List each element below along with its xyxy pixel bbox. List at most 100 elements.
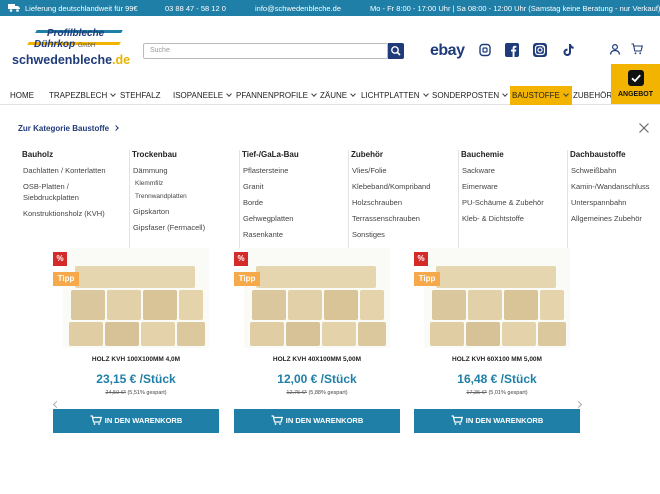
tiktok-icon[interactable] xyxy=(561,43,575,57)
nav-item-lichtplatten[interactable]: LICHTPLATTEN xyxy=(361,86,429,105)
menu-sublink[interactable]: Trennwandplatten xyxy=(130,191,234,202)
chevron-down-icon xyxy=(110,91,117,97)
menu-link[interactable]: Terrassenschrauben xyxy=(349,213,453,224)
nav-item-zubehoer[interactable]: ZUBEHÖR xyxy=(573,86,612,105)
menu-column-heading[interactable]: Dachbaustoffe xyxy=(568,150,660,159)
menu-link[interactable]: Vlies/Folie xyxy=(349,165,453,176)
menu-link[interactable]: Pflastersteine xyxy=(240,165,344,176)
cart-icon xyxy=(451,415,463,425)
menu-link[interactable]: Sackware xyxy=(459,165,563,176)
tipp-badge: Tipp xyxy=(414,272,440,286)
menu-link[interactable]: Unterspannbahn xyxy=(568,197,660,208)
search-icon xyxy=(391,46,401,56)
logo-line-2: Dührkop GmbH xyxy=(34,39,96,50)
product-old-price: 24,50 €* (5,51% gespart) xyxy=(105,390,167,396)
menu-link[interactable]: Schweißbahn xyxy=(568,165,660,176)
menu-link[interactable]: Granit xyxy=(240,181,344,192)
nav-item-stehfalz[interactable]: STEHFALZ xyxy=(120,86,160,105)
nav-item-sonderposten[interactable]: SONDERPOSTEN xyxy=(432,86,508,105)
menu-link[interactable]: Rasenkante xyxy=(240,229,344,240)
product-name[interactable]: HOLZ KVH 100X100MM 4,0M xyxy=(53,356,219,363)
product-card[interactable]: % Tipp HOLZ KVH 100X100MM 4,0M 23,15 € /… xyxy=(53,248,219,434)
add-to-cart-button[interactable]: IN DEN WARENKORB xyxy=(53,409,219,433)
menu-link[interactable]: Holzschrauben xyxy=(349,197,453,208)
ebay-link[interactable]: ebay xyxy=(430,42,465,60)
instagram-icon[interactable] xyxy=(533,43,547,57)
menu-link[interactable]: Dachlatten / Konterlatten xyxy=(20,165,125,176)
tipp-badge: Tipp xyxy=(53,272,79,286)
menu-link[interactable]: Gehwegplatten xyxy=(240,213,344,224)
phone-link[interactable]: 03 88 47 - 58 12 0 xyxy=(165,4,226,13)
chevron-down-icon xyxy=(502,91,508,97)
menu-link[interactable]: OSB-Platten / Siebdruckplatten xyxy=(20,181,125,203)
product-price: 12,00 € /Stück xyxy=(277,372,357,386)
close-icon[interactable] xyxy=(638,122,650,134)
menu-link[interactable]: Eimerware xyxy=(459,181,563,192)
menu-sublink[interactable]: Klemmfilz xyxy=(130,178,234,189)
menu-link[interactable]: Gipskarton xyxy=(130,206,234,217)
category-link-baustoffe[interactable]: Zur Kategorie Baustoffe xyxy=(18,124,119,133)
sale-badge: % xyxy=(53,252,67,266)
menu-link[interactable]: PU-Schäume & Zubehör xyxy=(459,197,563,208)
top-info-bar: Lieferung deutschlandweit für 99€ 03 88 … xyxy=(0,0,660,16)
search-input[interactable]: Suche xyxy=(143,43,388,59)
chevron-down-icon xyxy=(226,91,232,97)
menu-link[interactable]: Sonstiges xyxy=(349,229,453,240)
nav-item-home[interactable]: HOME xyxy=(10,86,34,105)
menu-column-heading[interactable]: Trockenbau xyxy=(130,150,234,159)
angebot-button[interactable]: ANGEBOT xyxy=(611,64,660,104)
menu-link[interactable]: Konstruktionsholz (KVH) xyxy=(20,208,125,219)
menu-link[interactable]: Kamin-/Wandanschluss xyxy=(568,181,660,192)
chevron-down-icon xyxy=(311,91,317,97)
site-logo[interactable]: Profilbleche Dührkop GmbH schwedenbleche… xyxy=(12,26,130,76)
add-to-cart-button[interactable]: IN DEN WARENKORB xyxy=(234,409,400,433)
menu-column-heading[interactable]: Tief-/GaLa-Bau xyxy=(240,150,344,159)
menu-column-tiefbau: Tief-/GaLa-Bau Pflastersteine Granit Bor… xyxy=(239,150,344,248)
nav-item-isopaneele[interactable]: ISOPANEELE xyxy=(173,86,232,105)
menu-column-dachbaustoffe: Dachbaustoffe Schweißbahn Kamin-/Wandans… xyxy=(567,150,660,248)
add-to-cart-button[interactable]: IN DEN WARENKORB xyxy=(414,409,580,433)
logo-brand: schwedenbleche.de xyxy=(12,53,131,67)
user-icon[interactable] xyxy=(609,43,621,55)
product-old-price: 17,35 €* (5,01% gespart) xyxy=(466,390,528,396)
product-old-price: 12,75 €* (5,88% gespart) xyxy=(286,390,348,396)
product-image[interactable] xyxy=(424,248,570,348)
facebook-icon[interactable] xyxy=(505,43,519,57)
menu-column-bauholz: Bauholz Dachlatten / Konterlatten OSB-Pl… xyxy=(20,150,125,248)
shipping-info: Lieferung deutschlandweit für 99€ xyxy=(25,4,138,13)
product-card[interactable]: % Tipp HOLZ KVH 40X100MM 5,00M 12,00 € /… xyxy=(234,248,400,434)
menu-link[interactable]: Klebeband/Kompriband xyxy=(349,181,453,192)
nav-item-zaeune[interactable]: ZÄUNE xyxy=(320,86,356,105)
menu-column-heading[interactable]: Bauchemie xyxy=(459,150,563,159)
product-name[interactable]: HOLZ KVH 40X100MM 5,00M xyxy=(234,356,400,363)
product-price: 23,15 € /Stück xyxy=(96,372,176,386)
menu-link[interactable]: Kleb- & Dichtstoffe xyxy=(459,213,563,224)
main-navigation: HOME TRAPEZBLECH STEHFALZ ISOPANEELE PFA… xyxy=(0,86,660,105)
scale-icon[interactable] xyxy=(478,43,492,57)
logo-line-1: Profilbleche xyxy=(47,28,105,39)
tipp-badge: Tipp xyxy=(234,272,260,286)
nav-item-trapezblech[interactable]: TRAPEZBLECH xyxy=(49,86,117,105)
menu-link[interactable]: Allgemeines Zubehör xyxy=(568,213,660,224)
menu-column-heading[interactable]: Zubehör xyxy=(349,150,453,159)
sale-badge: % xyxy=(414,252,428,266)
chevron-right-icon xyxy=(113,125,119,131)
search-button[interactable] xyxy=(388,43,404,59)
menu-link[interactable]: Gipsfaser (Fermacell) xyxy=(130,222,234,233)
product-card[interactable]: % Tipp HOLZ KVH 60X100 MM 5,00M 16,48 € … xyxy=(414,248,580,434)
menu-column-heading[interactable]: Bauholz xyxy=(20,150,125,159)
menu-column-bauchemie: Bauchemie Sackware Eimerware PU-Schäume … xyxy=(458,150,563,248)
product-name[interactable]: HOLZ KVH 60X100 MM 5,00M xyxy=(414,356,580,363)
nav-item-baustoffe[interactable]: BAUSTOFFE xyxy=(510,86,572,105)
chevron-down-icon xyxy=(563,91,569,97)
email-link[interactable]: info@schwedenbleche.de xyxy=(255,4,341,13)
menu-link[interactable]: Dämmung xyxy=(130,165,234,176)
cart-icon[interactable] xyxy=(631,43,643,55)
product-image[interactable] xyxy=(63,248,209,348)
menu-link[interactable]: Borde xyxy=(240,197,344,208)
menu-column-zubehoer: Zubehör Vlies/Folie Klebeband/Kompriband… xyxy=(348,150,453,248)
nav-item-pfannenprofile[interactable]: PFANNENPROFILE xyxy=(236,86,317,105)
sale-badge: % xyxy=(234,252,248,266)
product-image[interactable] xyxy=(244,248,390,348)
menu-column-trockenbau: Trockenbau Dämmung Klemmfilz Trennwandpl… xyxy=(129,150,234,248)
